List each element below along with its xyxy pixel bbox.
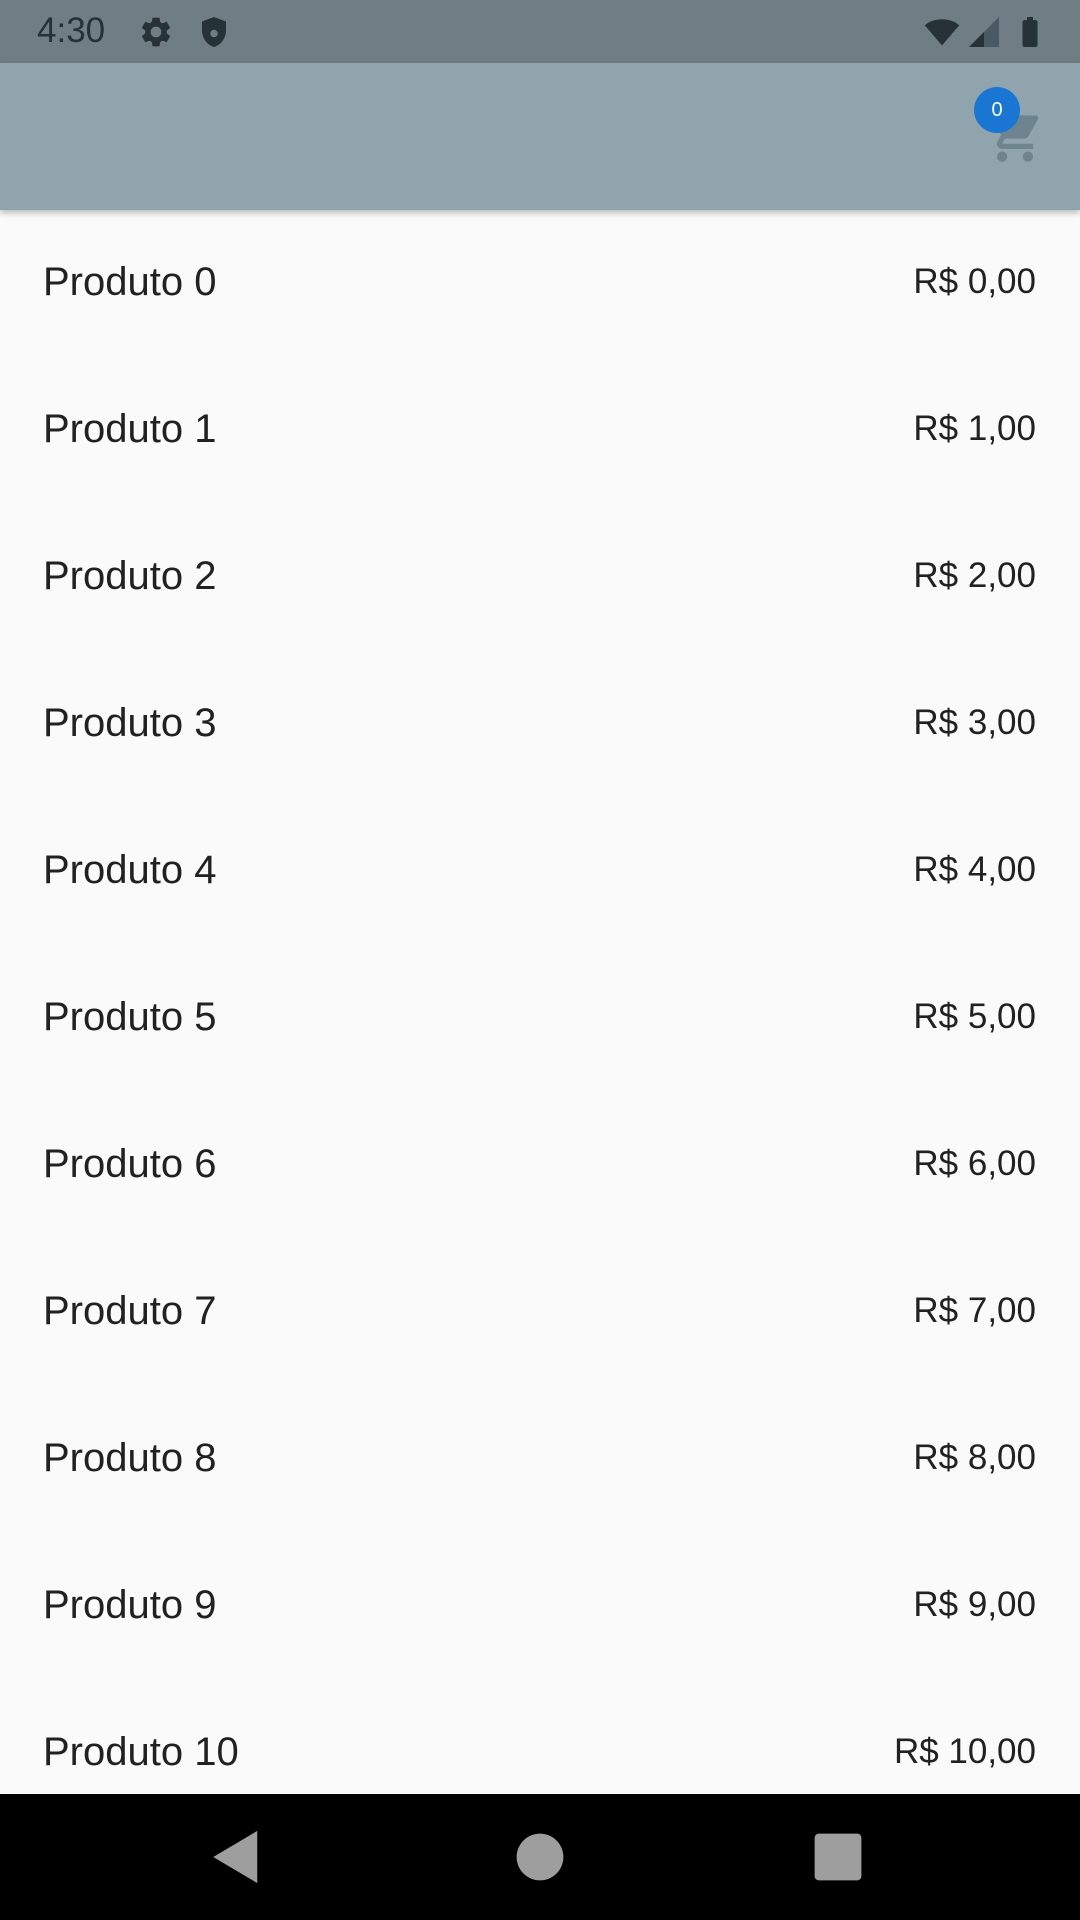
status-bar: 4:30 xyxy=(0,0,1080,63)
product-price: R$ 2,00 xyxy=(913,556,1036,595)
product-row[interactable]: Produto 0 R$ 0,00 xyxy=(0,210,1080,357)
product-name: Produto 1 xyxy=(43,407,217,451)
product-price: R$ 10,00 xyxy=(893,1732,1036,1771)
product-row[interactable]: Produto 8 R$ 8,00 xyxy=(0,1386,1080,1533)
product-name: Produto 7 xyxy=(43,1289,217,1333)
product-price: R$ 8,00 xyxy=(913,1438,1036,1477)
back-icon[interactable] xyxy=(205,1824,271,1890)
recents-icon[interactable] xyxy=(805,1824,871,1890)
product-price: R$ 9,00 xyxy=(913,1585,1036,1624)
wifi-icon xyxy=(924,19,960,46)
battery-icon xyxy=(1022,17,1038,47)
product-row[interactable]: Produto 5 R$ 5,00 xyxy=(0,945,1080,1092)
product-row[interactable]: Produto 9 R$ 9,00 xyxy=(0,1533,1080,1680)
product-price: R$ 0,00 xyxy=(913,262,1036,301)
product-row[interactable]: Produto 1 R$ 1,00 xyxy=(0,357,1080,504)
product-name: Produto 4 xyxy=(43,848,217,892)
product-row[interactable]: Produto 6 R$ 6,00 xyxy=(0,1092,1080,1239)
app-bar: 0 xyxy=(0,63,1080,210)
product-name: Produto 6 xyxy=(43,1142,217,1186)
product-row[interactable]: Produto 10 R$ 10,00 xyxy=(0,1680,1080,1794)
product-price: R$ 3,00 xyxy=(913,703,1036,742)
gear-icon xyxy=(141,17,171,47)
product-price: R$ 5,00 xyxy=(913,997,1036,1036)
product-list[interactable]: Produto 0 R$ 0,00 Produto 1 R$ 1,00 Prod… xyxy=(0,210,1080,1794)
status-time: 4:30 xyxy=(37,11,106,50)
product-row[interactable]: Produto 7 R$ 7,00 xyxy=(0,1239,1080,1386)
cart-button[interactable]: 0 xyxy=(958,83,1058,183)
navigation-bar xyxy=(0,1794,1080,1920)
product-name: Produto 10 xyxy=(43,1730,239,1774)
signal-icon xyxy=(969,17,999,47)
product-name: Produto 8 xyxy=(43,1436,217,1480)
product-name: Produto 0 xyxy=(43,260,217,304)
product-price: R$ 1,00 xyxy=(913,409,1036,448)
product-name: Produto 3 xyxy=(43,701,217,745)
product-name: Produto 9 xyxy=(43,1583,217,1627)
product-price: R$ 4,00 xyxy=(913,850,1036,889)
home-icon[interactable] xyxy=(507,1824,573,1890)
product-row[interactable]: Produto 2 R$ 2,00 xyxy=(0,504,1080,651)
cart-count-badge: 0 xyxy=(974,87,1020,133)
product-name: Produto 2 xyxy=(43,554,217,598)
shield-icon xyxy=(202,17,226,47)
product-price: R$ 7,00 xyxy=(913,1291,1036,1330)
product-price: R$ 6,00 xyxy=(913,1144,1036,1183)
product-row[interactable]: Produto 3 R$ 3,00 xyxy=(0,651,1080,798)
product-name: Produto 5 xyxy=(43,995,217,1039)
product-row[interactable]: Produto 4 R$ 4,00 xyxy=(0,798,1080,945)
